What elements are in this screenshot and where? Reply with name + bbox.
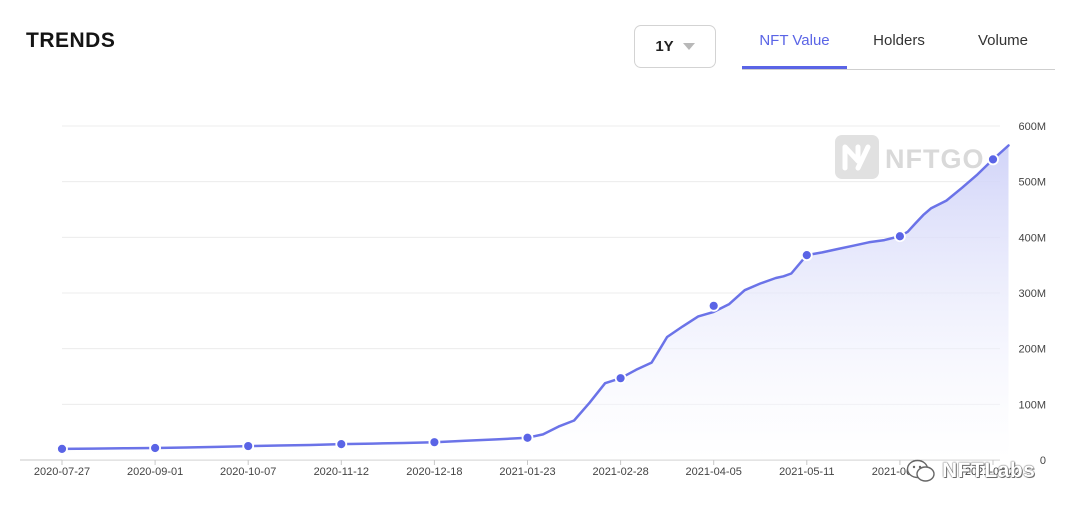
watermark-text: NFTGO [885,144,985,174]
data-point[interactable] [335,438,348,451]
source-credit: NFTLabs [906,458,1035,484]
x-axis: 2020-07-27 2020-09-01 2020-10-07 2020-11-12… [34,460,1021,478]
data-point[interactable] [56,442,68,455]
trend-chart: NFTGO 600M 500M 400M 300M 200M 100M 0 2020-07-… [20,121,1046,478]
tab-holders[interactable]: Holders [847,27,951,69]
x-tick-label: 2021-02-28 [592,466,648,478]
data-point[interactable] [614,372,627,385]
metric-tabs: NFT Value Holders Volume [742,27,1055,70]
y-tick-label: 400M [1018,232,1046,244]
data-point[interactable] [800,249,813,262]
page-title: TRENDS [26,29,116,52]
credit-text: NFTLabs [942,459,1036,482]
y-tick-label: 0 [1040,455,1046,467]
x-tick-label: 2021-01-23 [499,466,555,478]
data-point[interactable] [707,299,720,312]
x-tick-label: 2021-04-05 [686,466,742,478]
nftgo-watermark: NFTGO [835,135,985,179]
tab-nft-value[interactable]: NFT Value [742,27,847,69]
data-point[interactable] [242,440,255,452]
y-tick-label: 600M [1018,121,1046,133]
data-point[interactable] [894,230,906,243]
data-point[interactable] [521,431,534,444]
y-tick-label: 500M [1018,177,1046,189]
series-area [62,145,1009,460]
y-tick-label: 100M [1018,399,1046,411]
x-tick-label: 2020-07-27 [34,466,90,478]
period-select-value: 1Y [655,38,674,55]
x-tick-label: 2020-09-01 [127,466,183,478]
x-tick-label: 2021-05-11 [779,466,834,478]
x-tick-label: 2020-11-12 [314,466,369,478]
y-tick-label: 300M [1018,288,1046,300]
tab-volume[interactable]: Volume [951,27,1055,69]
x-tick-label: 2020-12-18 [406,466,462,478]
y-axis: 600M 500M 400M 300M 200M 100M 0 [1018,121,1046,467]
data-point[interactable] [428,436,441,449]
period-select[interactable]: 1Y [634,25,716,68]
data-point[interactable] [149,442,162,454]
y-tick-label: 200M [1018,344,1046,356]
chevron-down-icon [682,43,695,50]
data-point[interactable] [987,153,999,166]
wechat-icon [906,459,935,482]
x-tick-label: 2020-10-07 [220,466,276,478]
